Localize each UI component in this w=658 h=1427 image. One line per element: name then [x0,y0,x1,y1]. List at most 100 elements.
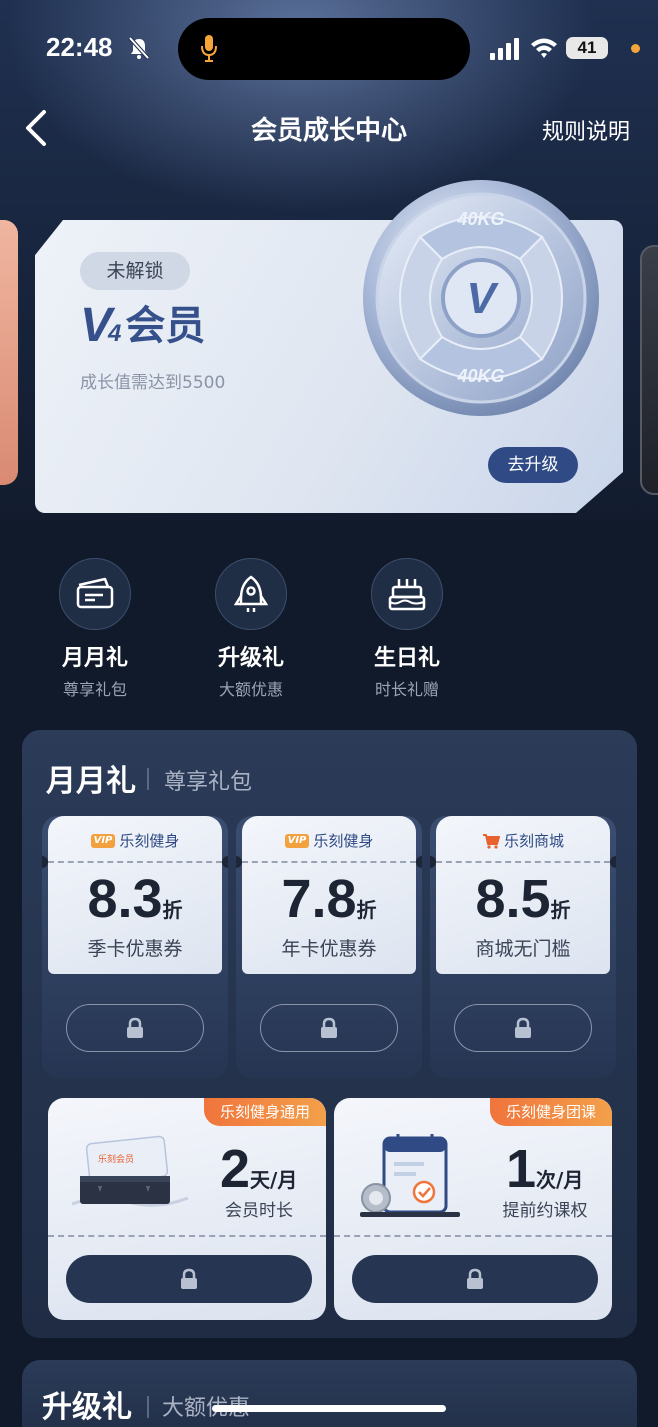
level-number: 4 [108,320,122,347]
signal-icon [490,38,519,60]
lock-icon [515,1017,531,1038]
class-booking-card[interactable]: 乐刻健身团课 1次/月 提前约课权 [334,1098,612,1320]
cart-icon [482,833,500,849]
tile-subtitle: 大额优惠 [218,680,283,699]
coupon-value: 8.3折 [48,868,222,930]
tile-title: 生日礼 [373,646,440,671]
divider [147,768,149,790]
plate-v-label: V [466,274,499,323]
coupon-source-label: 乐刻健身 [119,832,180,850]
level-name: 会员 [125,303,206,349]
benefit-number: 2 [220,1139,251,1199]
monthly-gift-section: 月月礼 尊享礼包 VIP 乐刻健身 8.3折 季卡优惠券 VIP 乐刻健身 7.… [22,730,637,1338]
upgrade-gift-section: 升级礼 大额优惠 [22,1360,637,1427]
calendar-clock-icon [360,1134,460,1217]
plate-weight-top: 40KG [456,209,504,229]
lock-icon [181,1268,197,1289]
previous-level-card[interactable] [0,220,18,485]
coupon-unit: 折 [550,898,571,922]
card-tag: 乐刻健身团课 [489,1098,612,1126]
upgrade-button[interactable]: 去升级 [488,447,578,483]
locked-claim-button[interactable] [352,1255,598,1303]
vip-tag: VIP [284,833,310,848]
member-card-box-icon: 乐刻会员 [71,1135,189,1207]
section-title: 升级礼 [42,1390,132,1425]
cake-icon [371,558,443,630]
tile-monthly-gift[interactable]: 月月礼 尊享礼包 [35,558,155,700]
ticket-icon [59,558,131,630]
wifi-icon [531,38,557,58]
microphone-icon [201,35,217,62]
coupon-discount: 8.5 [475,869,551,929]
coupon-value: 8.5折 [436,868,610,930]
section-title: 月月礼 [46,764,136,799]
benefit-description: 会员时长 [225,1201,293,1221]
level-requirement: 成长值需达到5500 [80,373,226,393]
status-bar: 22:48 41 [0,0,658,100]
rules-link[interactable]: 规则说明 [542,114,630,146]
plate-weight-bottom: 40KG [456,366,504,386]
coupon-unit: 折 [162,898,183,922]
locked-claim-button[interactable] [454,1004,592,1052]
next-level-card[interactable] [640,245,658,495]
notch [222,856,228,868]
level-title: V 4 会员 [80,300,205,352]
lock-icon [127,1017,143,1038]
coupon-card[interactable]: VIP 乐刻健身 7.8折 年卡优惠券 [236,816,422,1078]
coupon-description: 商城无门槛 [475,938,571,960]
lock-status-badge: 未解锁 [80,252,190,290]
card-label: 乐刻会员 [98,1153,134,1165]
notch [416,856,422,868]
coupon-description: 年卡优惠券 [281,938,377,960]
weight-plate-icon: V 40KG 40KG [363,180,599,416]
benefit-unit: 天/月 [250,1168,298,1192]
lock-icon [467,1268,483,1289]
rocket-icon [215,558,287,630]
tile-subtitle: 时长礼赠 [374,680,439,699]
coupon-source: 乐刻商城 [436,830,610,851]
section-subtitle: 尊享礼包 [164,770,253,795]
benefit-unit: 次/月 [536,1168,584,1192]
coupon-discount: 7.8 [281,869,357,929]
card-tag: 乐刻健身通用 [203,1098,326,1126]
status-time: 22:48 [46,32,113,62]
locked-claim-button[interactable] [66,1004,204,1052]
coupon-source-label: 乐刻商城 [503,832,564,850]
benefit-value: 2天/月 [220,1138,297,1200]
tile-birthday-gift[interactable]: 生日礼 时长礼赠 [347,558,467,700]
coupon-top: VIP 乐刻健身 8.3折 季卡优惠券 [48,816,222,974]
coupon-source-label: 乐刻健身 [313,832,374,850]
locked-claim-button[interactable] [66,1255,312,1303]
coupon-card[interactable]: VIP 乐刻健身 8.3折 季卡优惠券 [42,816,228,1078]
bell-muted-icon [128,36,150,60]
divider [147,1396,149,1418]
coupon-top: 乐刻商城 8.5折 商城无门槛 [436,816,610,974]
home-indicator[interactable] [212,1405,446,1412]
notch [610,856,616,868]
tile-title: 月月礼 [61,646,128,671]
coupon-source: VIP 乐刻健身 [48,830,222,851]
coupon-value: 7.8折 [242,868,416,930]
dashed-divider [334,1235,612,1237]
coupon-source: VIP 乐刻健身 [242,830,416,851]
membership-days-card[interactable]: 乐刻健身通用 乐刻会员 2天/月 会员时长 [48,1098,326,1320]
tile-upgrade-gift[interactable]: 升级礼 大额优惠 [191,558,311,700]
benefit-number: 1 [506,1139,537,1199]
dashed-divider [436,861,610,863]
benefit-value: 1次/月 [506,1138,583,1200]
tile-subtitle: 尊享礼包 [62,680,127,699]
dashed-divider [48,1235,326,1237]
battery-indicator: 41 [566,37,608,59]
dashed-divider [242,861,416,863]
coupon-description: 季卡优惠券 [87,938,183,960]
coupon-discount: 8.3 [87,869,163,929]
coupon-unit: 折 [356,898,377,922]
coupon-card[interactable]: 乐刻商城 8.5折 商城无门槛 [430,816,616,1078]
vip-tag: VIP [90,833,116,848]
dashed-divider [48,861,222,863]
tile-title: 升级礼 [217,646,284,671]
privacy-indicator-dot [631,44,640,53]
locked-claim-button[interactable] [260,1004,398,1052]
lock-icon [321,1017,337,1038]
benefit-description: 提前约课权 [502,1201,588,1221]
